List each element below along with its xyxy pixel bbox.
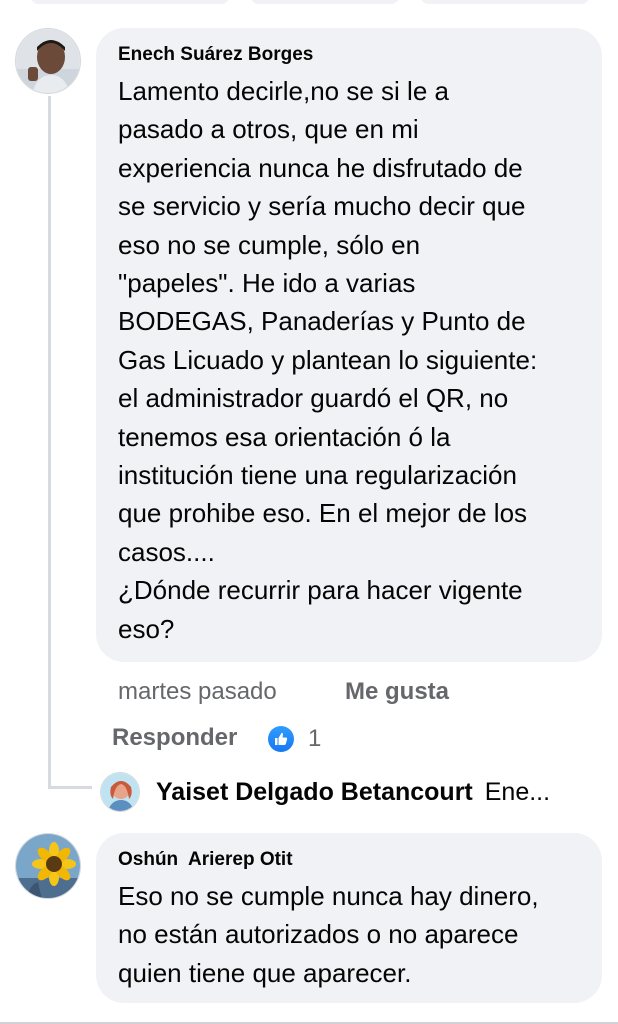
like-button[interactable]: Me gusta xyxy=(345,678,449,706)
previous-comment-bubble xyxy=(30,0,230,4)
reply-preview[interactable]: Yaiset Delgado Betancourt Ene... xyxy=(100,770,600,814)
comment-bubble: Oshún Arierep Otit Eso no se cumple nunc… xyxy=(96,833,602,1003)
profile-photo xyxy=(101,773,139,811)
comment-timestamp[interactable]: martes pasado xyxy=(118,678,277,706)
reply-author[interactable]: Yaiset Delgado Betancourt xyxy=(156,778,473,807)
comment-text: Eso no se cumple nunca hay dinero, no es… xyxy=(118,881,539,988)
comments-page: Enech Suárez Borges Lamento decirle,no s… xyxy=(0,0,618,1024)
reply-button[interactable]: Responder xyxy=(112,724,237,752)
comment-text: Lamento decirle,no se si le a pasado a o… xyxy=(118,76,538,644)
avatar[interactable] xyxy=(15,833,81,899)
avatar[interactable] xyxy=(15,28,81,94)
comment-author[interactable]: Oshún Arierep Otit xyxy=(118,849,582,871)
thread-connector xyxy=(48,786,92,789)
reply-snippet: Ene... xyxy=(484,777,551,806)
thread-connector xyxy=(48,96,51,786)
previous-comment-bubble xyxy=(250,0,400,4)
profile-photo xyxy=(16,29,80,93)
like-thumb-icon xyxy=(268,726,294,752)
profile-photo xyxy=(16,834,80,898)
previous-comment-bubble xyxy=(420,0,590,4)
comment-author[interactable]: Enech Suárez Borges xyxy=(118,44,582,66)
avatar xyxy=(100,772,140,812)
reaction-summary[interactable]: 1 xyxy=(268,725,321,753)
comment-bubble: Enech Suárez Borges Lamento decirle,no s… xyxy=(96,28,602,662)
reaction-count: 1 xyxy=(308,725,322,752)
